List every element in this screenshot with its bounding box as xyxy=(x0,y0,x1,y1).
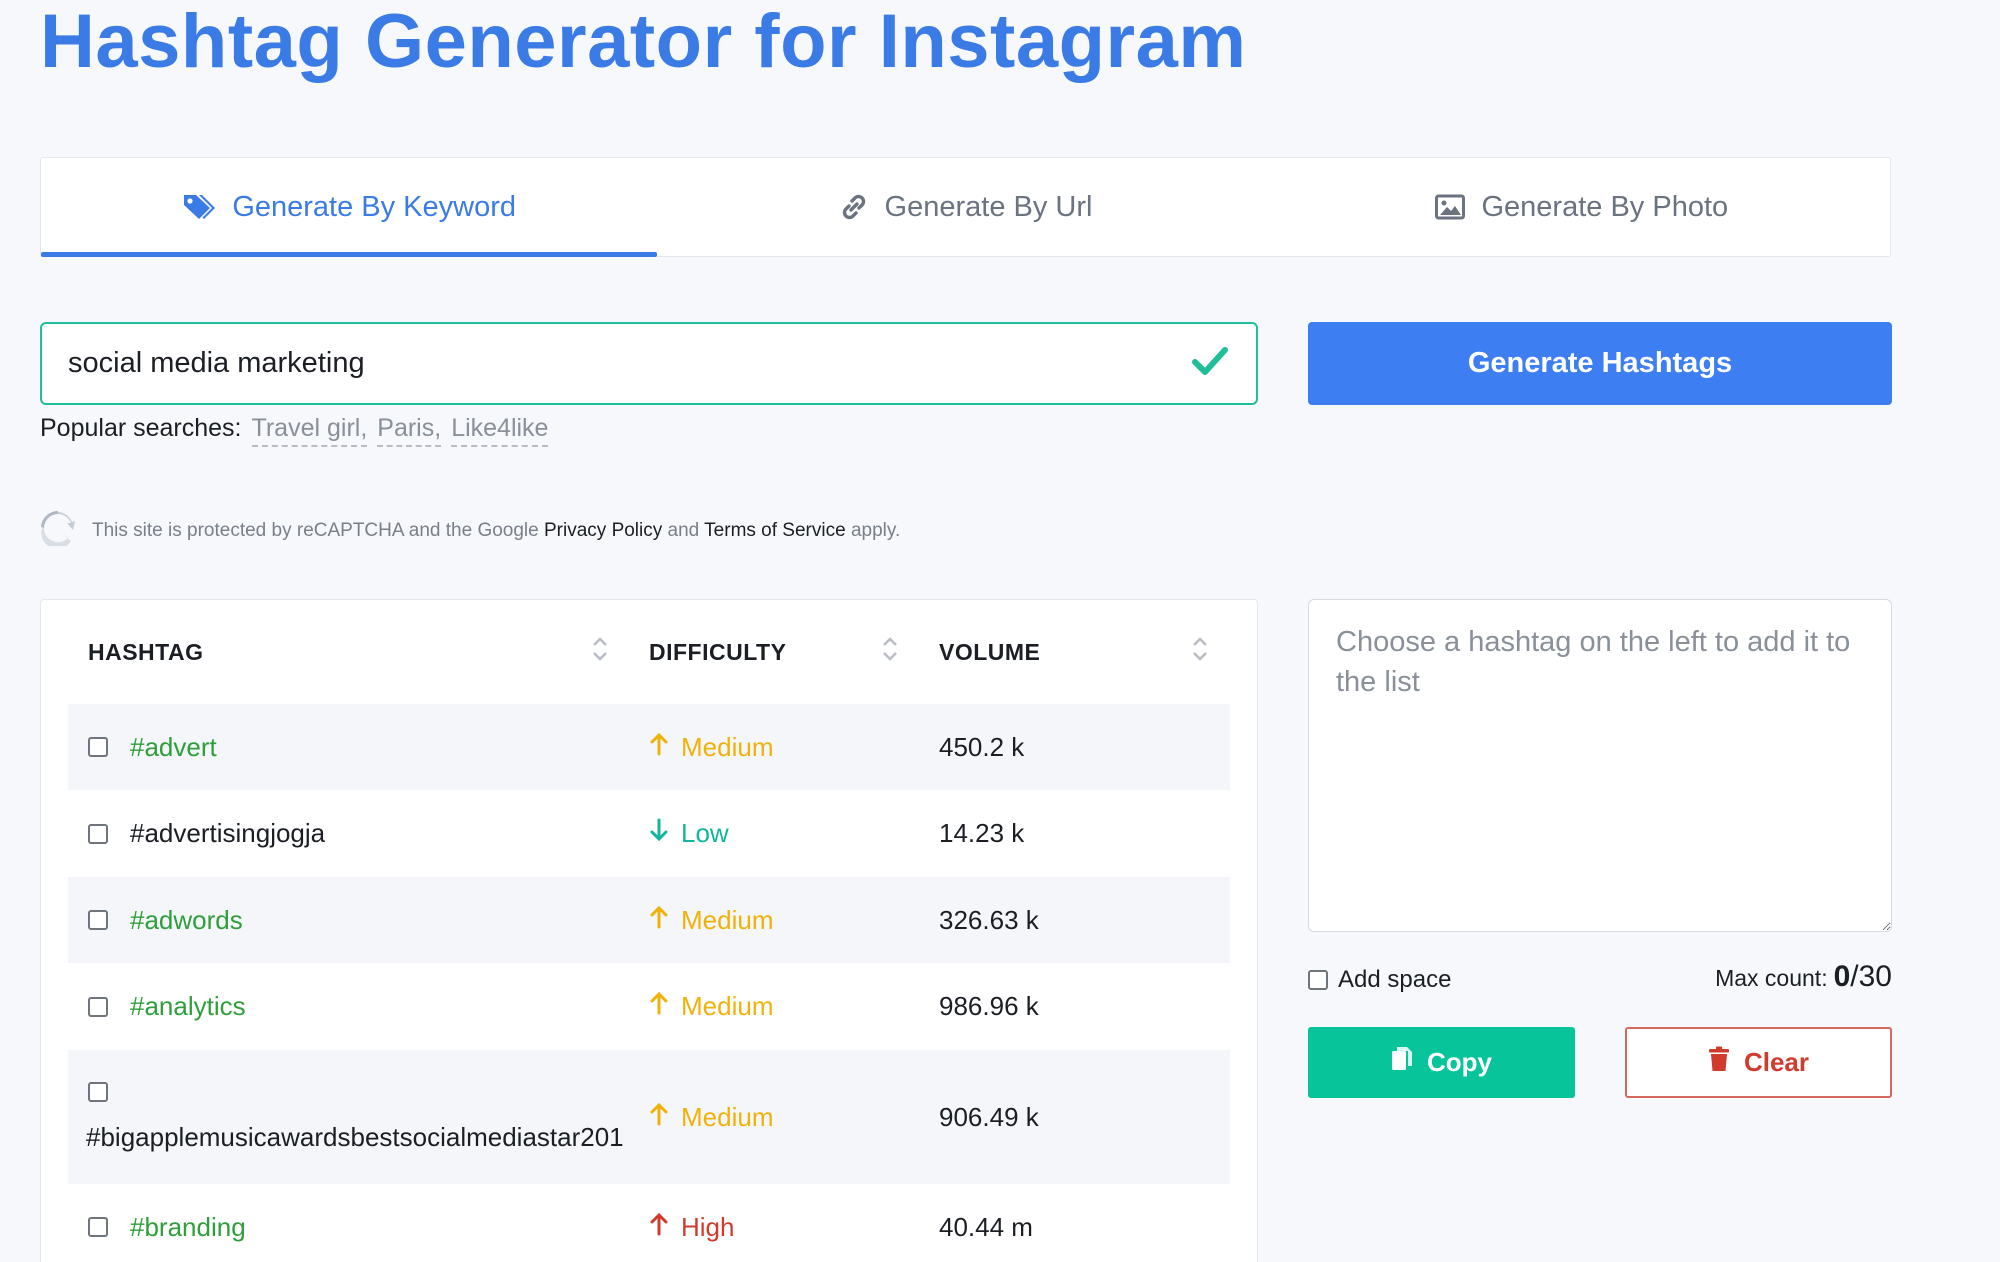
arrow-up-icon xyxy=(649,1102,669,1133)
recaptcha-and: and xyxy=(667,520,700,541)
sort-icon xyxy=(1191,634,1209,670)
hashtag-text[interactable]: #branding xyxy=(130,1212,246,1243)
table-row[interactable]: #bigapplemusicawardsbestsocialmediastar2… xyxy=(68,1050,1230,1184)
popular-searches: Popular searches: Travel girl, Paris, Li… xyxy=(40,414,549,447)
difficulty-label: Medium xyxy=(681,1101,774,1132)
image-icon xyxy=(1435,194,1466,220)
max-count-label: Max count: xyxy=(1715,965,1828,991)
header-difficulty[interactable]: DIFFICULTY xyxy=(629,634,919,670)
copy-button[interactable]: Copy xyxy=(1308,1027,1575,1098)
table-row[interactable]: #advert Medium 450.2 k xyxy=(68,704,1230,790)
volume-value: 450.2 k xyxy=(939,731,1025,762)
hashtag-text[interactable]: #advert xyxy=(130,732,217,763)
row-checkbox[interactable] xyxy=(88,737,108,757)
selected-hashtags-textarea[interactable] xyxy=(1308,599,1892,932)
popular-searches-label: Popular searches: xyxy=(40,414,242,442)
trash-icon xyxy=(1708,1046,1730,1079)
difficulty-label: Medium xyxy=(681,904,774,935)
row-checkbox[interactable] xyxy=(88,910,108,930)
recaptcha-icon xyxy=(40,510,76,552)
popular-search-paris[interactable]: Paris, xyxy=(377,414,442,447)
difficulty-label: Low xyxy=(681,818,729,848)
volume-value: 40.44 m xyxy=(939,1211,1033,1242)
volume-value: 14.23 k xyxy=(939,818,1025,848)
hashtag-text[interactable]: #adwords xyxy=(130,905,243,936)
volume-value: 986.96 k xyxy=(939,991,1039,1021)
difficulty-label: Medium xyxy=(681,991,774,1021)
max-count: Max count: 0/30 xyxy=(1715,960,1892,994)
tab-label: Generate By Url xyxy=(884,190,1093,223)
recaptcha-notice: This site is protected by reCAPTCHA and … xyxy=(40,510,900,552)
header-volume-label: VOLUME xyxy=(939,638,1041,665)
tag-icon xyxy=(182,192,216,222)
recaptcha-apply: apply. xyxy=(850,520,901,541)
table-row[interactable]: #branding High 40.44 m xyxy=(68,1184,1230,1262)
add-space-label: Add space xyxy=(1338,966,1452,993)
table-row[interactable]: #advertisingjogja Low 14.23 k xyxy=(68,790,1230,877)
sort-icon xyxy=(881,634,899,670)
arrow-up-icon xyxy=(649,1212,669,1243)
add-space-checkbox[interactable] xyxy=(1308,970,1328,990)
clear-button[interactable]: Clear xyxy=(1625,1027,1892,1098)
link-icon xyxy=(839,192,869,222)
row-checkbox[interactable] xyxy=(88,823,108,844)
hashtag-text[interactable]: #analytics xyxy=(130,991,246,1022)
popular-search-like4like[interactable]: Like4like xyxy=(451,414,549,447)
count-max: /30 xyxy=(1850,960,1892,993)
keyword-field xyxy=(40,322,1258,405)
arrow-down-icon xyxy=(649,818,669,849)
hashtag-text[interactable]: #advertisingjogja xyxy=(130,818,325,849)
generate-hashtags-button[interactable]: Generate Hashtags xyxy=(1308,322,1892,405)
hashtag-table: HASHTAG DIFFICULTY VOLUME #advert Medium… xyxy=(40,599,1258,1262)
header-hashtag[interactable]: HASHTAG xyxy=(68,634,629,670)
tab-label: Generate By Photo xyxy=(1481,190,1729,223)
hashtag-text[interactable]: #bigapplemusicawardsbestsocialmediastar2… xyxy=(86,1122,624,1153)
volume-value: 906.49 k xyxy=(939,1101,1039,1132)
terms-of-service-link[interactable]: Terms of Service xyxy=(704,520,845,541)
row-checkbox[interactable] xyxy=(88,1217,108,1237)
arrow-up-icon xyxy=(649,732,669,763)
volume-value: 326.63 k xyxy=(939,904,1039,935)
table-header: HASHTAG DIFFICULTY VOLUME xyxy=(68,600,1230,704)
tab-generate-by-photo[interactable]: Generate By Photo xyxy=(1274,158,1890,256)
tab-generate-by-keyword[interactable]: Generate By Keyword xyxy=(41,158,658,257)
difficulty-label: High xyxy=(681,1211,735,1242)
row-checkbox[interactable] xyxy=(88,1081,108,1102)
count-current: 0 xyxy=(1833,960,1851,993)
copy-icon xyxy=(1391,1046,1413,1079)
page-title: Hashtag Generator for Instagram xyxy=(40,0,1247,84)
arrow-up-icon xyxy=(649,905,669,936)
row-checkbox[interactable] xyxy=(88,996,108,1017)
sort-icon xyxy=(591,634,609,670)
tab-generate-by-url[interactable]: Generate By Url xyxy=(657,158,1273,256)
popular-search-travel-girl[interactable]: Travel girl, xyxy=(251,414,368,447)
arrow-up-icon xyxy=(649,991,669,1022)
add-space-option[interactable]: Add space xyxy=(1308,966,1451,994)
privacy-policy-link[interactable]: Privacy Policy xyxy=(544,520,662,541)
generator-tabs: Generate By Keyword Generate By Url Gene… xyxy=(40,157,1891,257)
recaptcha-text: This site is protected by reCAPTCHA and … xyxy=(92,520,539,541)
header-difficulty-label: DIFFICULTY xyxy=(649,638,787,665)
header-volume[interactable]: VOLUME xyxy=(919,634,1229,670)
check-icon xyxy=(1190,341,1230,386)
difficulty-label: Medium xyxy=(681,731,774,762)
keyword-input[interactable] xyxy=(68,347,1190,380)
copy-label: Copy xyxy=(1427,1047,1492,1077)
table-row[interactable]: #analytics Medium 986.96 k xyxy=(68,963,1230,1050)
table-row[interactable]: #adwords Medium 326.63 k xyxy=(68,877,1230,963)
clear-label: Clear xyxy=(1743,1047,1810,1077)
tab-label: Generate By Keyword xyxy=(232,190,517,223)
header-hashtag-label: HASHTAG xyxy=(88,638,204,665)
